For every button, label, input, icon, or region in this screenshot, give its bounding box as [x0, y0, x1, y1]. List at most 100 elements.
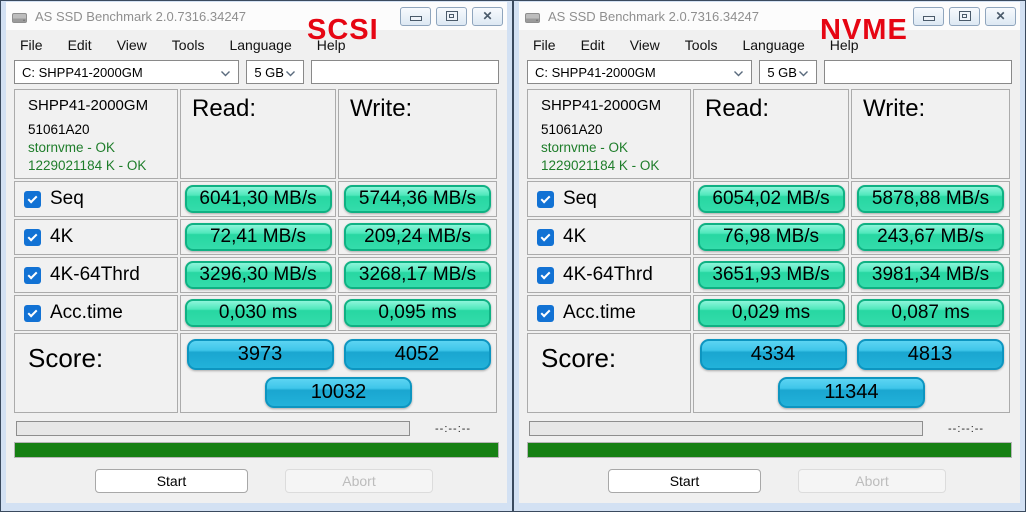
- abort-button[interactable]: Abort: [798, 469, 946, 493]
- 4k-row-label: 4K: [563, 226, 586, 248]
- drive-model: SHPP41-2000GM: [541, 97, 686, 114]
- menu-view[interactable]: View: [630, 37, 660, 53]
- 4k64-row-label-cell: 4K-64Thrd: [527, 257, 691, 293]
- driver-status: stornvme - OK: [541, 140, 686, 155]
- 4k64-checkbox[interactable]: [24, 267, 41, 284]
- drive-select-value: C: SHPP41-2000GM: [535, 65, 656, 80]
- screen: AS SSD Benchmark 2.0.7316.34247 ✕ File E…: [0, 0, 1026, 512]
- alignment-status: 1229021184 K - OK: [28, 158, 173, 173]
- 4k64-read-cell: 3296,30 MB/s: [180, 257, 336, 293]
- test-progress-bar: [529, 421, 923, 436]
- seq-checkbox[interactable]: [24, 191, 41, 208]
- start-button[interactable]: Start: [95, 469, 248, 493]
- seq-checkbox[interactable]: [537, 191, 554, 208]
- 4k-write-cell: 209,24 MB/s: [338, 219, 497, 255]
- check-icon: [28, 231, 38, 241]
- score-label: Score:: [14, 333, 178, 413]
- drive-firmware: 51061A20: [28, 122, 173, 137]
- seq-row-label-cell: Seq: [527, 181, 691, 217]
- 4k64-read-cell: 3651,93 MB/s: [693, 257, 849, 293]
- menu-file[interactable]: File: [20, 37, 43, 53]
- acctime-write-result: 0,095 ms: [344, 299, 491, 327]
- titlebar[interactable]: AS SSD Benchmark 2.0.7316.34247 ✕: [519, 2, 1020, 30]
- menu-tools[interactable]: Tools: [172, 37, 205, 53]
- chevron-down-icon: [733, 65, 744, 80]
- drive-select[interactable]: C: SHPP41-2000GM: [14, 60, 239, 84]
- selector-row: C: SHPP41-2000GM 5 GB: [6, 58, 507, 84]
- maximize-icon: [446, 11, 458, 21]
- 4k-row-label-cell: 4K: [527, 219, 691, 255]
- menu-language[interactable]: Language: [229, 37, 291, 53]
- drive-select-value: C: SHPP41-2000GM: [22, 65, 143, 80]
- close-icon: ✕: [995, 10, 1005, 22]
- test-size-select[interactable]: 5 GB: [759, 60, 817, 84]
- acctime-checkbox[interactable]: [24, 305, 41, 322]
- maximize-button[interactable]: [949, 7, 980, 26]
- comment-input[interactable]: [311, 60, 499, 84]
- acctime-read-cell: 0,029 ms: [693, 295, 849, 331]
- alignment-status: 1229021184 K - OK: [541, 158, 686, 173]
- progress-row: --:--:--: [529, 421, 1012, 436]
- drive-capacity: 1863,02 GB: [541, 176, 686, 179]
- check-icon: [541, 269, 551, 279]
- menu-language[interactable]: Language: [742, 37, 804, 53]
- annotation-scsi: SCSI: [307, 30, 379, 47]
- seq-read-cell: 6054,02 MB/s: [693, 181, 849, 217]
- 4k-checkbox[interactable]: [537, 229, 554, 246]
- minimize-button[interactable]: [400, 7, 431, 26]
- seq-row-label-cell: Seq: [14, 181, 178, 217]
- menu-edit[interactable]: Edit: [68, 37, 92, 53]
- abort-button[interactable]: Abort: [285, 469, 433, 493]
- test-size-select[interactable]: 5 GB: [246, 60, 304, 84]
- 4k-checkbox[interactable]: [24, 229, 41, 246]
- maximize-button[interactable]: [436, 7, 467, 26]
- driver-status: stornvme - OK: [28, 140, 173, 155]
- 4k64-write-result: 3268,17 MB/s: [344, 261, 491, 289]
- 4k-row-label-cell: 4K: [14, 219, 178, 255]
- 4k64-write-cell: 3981,34 MB/s: [851, 257, 1010, 293]
- 4k64-checkbox[interactable]: [537, 267, 554, 284]
- menu-edit[interactable]: Edit: [581, 37, 605, 53]
- read-column-header: Read:: [180, 89, 336, 179]
- menu-view[interactable]: View: [117, 37, 147, 53]
- seq-row-label: Seq: [563, 188, 597, 210]
- comment-input[interactable]: [824, 60, 1012, 84]
- button-row: Start Abort: [6, 469, 507, 493]
- seq-write-result: 5878,88 MB/s: [857, 185, 1004, 213]
- 4k-read-result: 72,41 MB/s: [185, 223, 332, 251]
- 4k-write-cell: 243,67 MB/s: [851, 219, 1010, 255]
- annotation-nvme: NVME: [820, 30, 908, 47]
- minimize-button[interactable]: [913, 7, 944, 26]
- drive-info-panel: SHPP41-2000GM 51061A20 stornvme - OK 122…: [14, 89, 178, 179]
- assd-window-nvme: AS SSD Benchmark 2.0.7316.34247 ✕ File E…: [513, 0, 1026, 512]
- titlebar[interactable]: AS SSD Benchmark 2.0.7316.34247 ✕: [6, 2, 507, 30]
- check-icon: [541, 193, 551, 203]
- acctime-read-cell: 0,030 ms: [180, 295, 336, 331]
- menu-bar: File Edit View Tools Language Help: [519, 30, 1020, 58]
- 4k64-row-label: 4K-64Thrd: [563, 264, 653, 286]
- acctime-checkbox[interactable]: [537, 305, 554, 322]
- score-panel: 4334 4813 11344: [693, 333, 1010, 413]
- close-button[interactable]: ✕: [985, 7, 1016, 26]
- menu-file[interactable]: File: [533, 37, 556, 53]
- menu-bar: File Edit View Tools Language Help: [6, 30, 507, 58]
- eta-label: --:--:--: [948, 423, 984, 435]
- 4k64-write-result: 3981,34 MB/s: [857, 261, 1004, 289]
- check-icon: [28, 307, 38, 317]
- 4k64-row-label: 4K-64Thrd: [50, 264, 140, 286]
- drive-select[interactable]: C: SHPP41-2000GM: [527, 60, 752, 84]
- drive-info-panel: SHPP41-2000GM 51061A20 stornvme - OK 122…: [527, 89, 691, 179]
- 4k64-read-result: 3296,30 MB/s: [185, 261, 332, 289]
- 4k64-row-label-cell: 4K-64Thrd: [14, 257, 178, 293]
- acctime-read-result: 0,029 ms: [698, 299, 845, 327]
- start-button[interactable]: Start: [608, 469, 761, 493]
- close-icon: ✕: [482, 10, 492, 22]
- results-grid: SHPP41-2000GM 51061A20 stornvme - OK 122…: [14, 89, 499, 413]
- acctime-write-result: 0,087 ms: [857, 299, 1004, 327]
- menu-tools[interactable]: Tools: [685, 37, 718, 53]
- client-area: File Edit View Tools Language Help NVME …: [519, 30, 1020, 503]
- 4k-write-result: 209,24 MB/s: [344, 223, 491, 251]
- acctime-row-label: Acc.time: [563, 302, 636, 324]
- close-button[interactable]: ✕: [472, 7, 503, 26]
- write-score: 4052: [344, 339, 491, 370]
